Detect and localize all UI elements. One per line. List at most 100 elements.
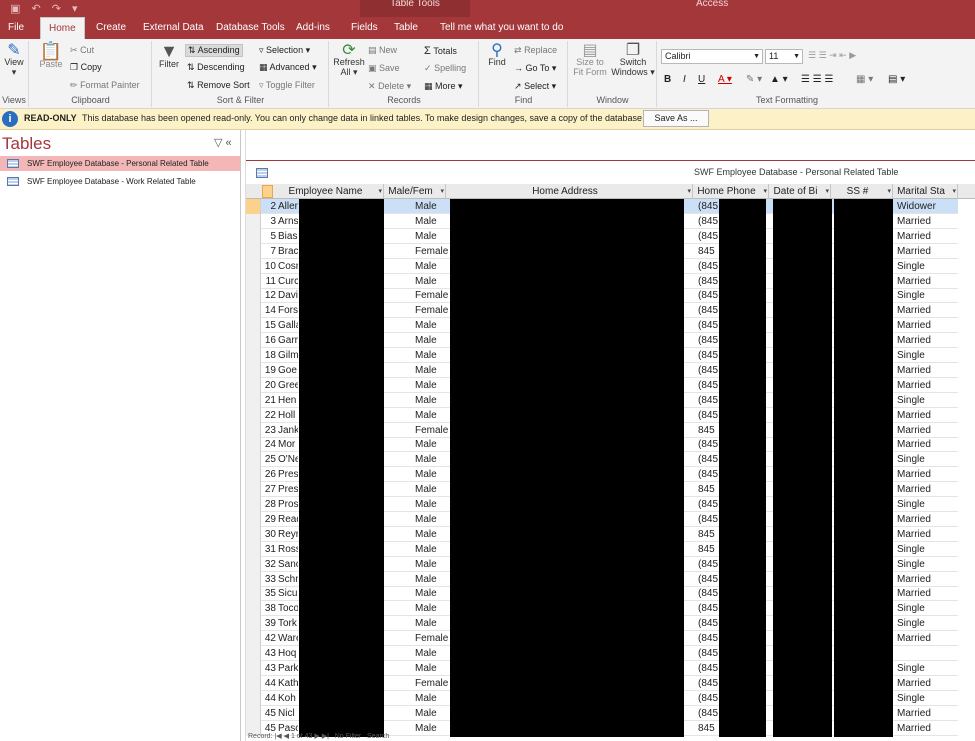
cell-employee-name[interactable]: Fors bbox=[278, 303, 298, 318]
size-to-fit-button[interactable]: ▤ Size to Fit Form bbox=[571, 43, 609, 78]
record-selector[interactable] bbox=[246, 273, 261, 289]
column-header[interactable]: Home Address ▾ bbox=[446, 184, 693, 199]
tab-table[interactable]: Table bbox=[386, 17, 426, 39]
cell-gender[interactable]: Male bbox=[415, 542, 437, 557]
cell-id[interactable]: 3 bbox=[262, 214, 276, 229]
cell-home-phone[interactable]: (845 bbox=[698, 601, 718, 616]
record-selector[interactable] bbox=[246, 318, 261, 334]
cell-home-phone[interactable]: (845 bbox=[698, 437, 718, 452]
descending-button[interactable]: ⇅ Descending bbox=[187, 62, 245, 73]
record-selector[interactable] bbox=[246, 705, 261, 721]
cell-marital-status[interactable]: Married bbox=[897, 333, 931, 348]
search-box[interactable]: Search bbox=[367, 733, 389, 740]
cell-marital-status[interactable]: Married bbox=[897, 408, 931, 423]
cell-employee-name[interactable]: Davi bbox=[278, 288, 298, 303]
cell-employee-name[interactable]: O'Ne bbox=[278, 452, 298, 467]
cell-home-phone[interactable]: (845 bbox=[698, 467, 718, 482]
cell-marital-status[interactable]: Widower bbox=[897, 199, 936, 214]
copy-button[interactable]: ❐ Copy bbox=[70, 62, 102, 73]
nav-item-table[interactable]: SWF Employee Database - Personal Related… bbox=[0, 156, 240, 171]
record-selector[interactable] bbox=[246, 556, 261, 572]
record-selector[interactable] bbox=[246, 348, 261, 363]
cell-gender[interactable]: Female bbox=[415, 288, 448, 303]
cell-gender[interactable]: Male bbox=[415, 333, 437, 348]
cell-marital-status[interactable]: Married bbox=[897, 631, 931, 646]
cell-home-phone[interactable]: (845 bbox=[698, 288, 718, 303]
cell-id[interactable]: 16 bbox=[262, 333, 276, 348]
cell-gender[interactable]: Male bbox=[415, 661, 437, 676]
record-selector[interactable] bbox=[246, 616, 261, 632]
prev-record-button[interactable]: ◀ bbox=[284, 733, 289, 740]
more-button[interactable]: ▦ More ▾ bbox=[424, 81, 463, 92]
cell-home-phone[interactable]: (845 bbox=[698, 393, 718, 408]
cell-id[interactable]: 15 bbox=[262, 318, 276, 333]
cell-marital-status[interactable]: Single bbox=[897, 557, 925, 572]
cell-employee-name[interactable]: Pres bbox=[278, 482, 298, 497]
cell-home-phone[interactable]: (845 bbox=[698, 452, 718, 467]
cell-gender[interactable]: Male bbox=[415, 691, 437, 706]
cell-home-phone[interactable]: (845 bbox=[698, 661, 718, 676]
column-header[interactable]: SS # ▾ bbox=[831, 184, 893, 199]
record-selector[interactable] bbox=[246, 258, 261, 274]
cell-employee-name[interactable]: Garr bbox=[278, 333, 298, 348]
record-selector[interactable] bbox=[246, 660, 261, 676]
background-color-button[interactable]: ▲ ▾ bbox=[770, 74, 788, 85]
cell-employee-name[interactable]: Mor bbox=[278, 437, 298, 452]
record-selector[interactable] bbox=[246, 571, 261, 587]
cell-id[interactable]: 25 bbox=[262, 452, 276, 467]
cell-id[interactable]: 44 bbox=[262, 691, 276, 706]
cell-home-phone[interactable]: (845 bbox=[698, 631, 718, 646]
cell-id[interactable]: 24 bbox=[262, 437, 276, 452]
format-painter-button[interactable]: ✏ Format Painter bbox=[70, 80, 140, 91]
cell-gender[interactable]: Female bbox=[415, 631, 448, 646]
record-selector[interactable] bbox=[246, 586, 261, 602]
cell-gender[interactable]: Male bbox=[415, 497, 437, 512]
record-selector[interactable] bbox=[246, 199, 261, 214]
cell-home-phone[interactable]: 845 bbox=[698, 244, 718, 259]
cell-gender[interactable]: Male bbox=[415, 348, 437, 363]
record-selector[interactable] bbox=[246, 288, 261, 304]
column-dropdown-icon[interactable]: ▾ bbox=[687, 184, 691, 199]
record-selector[interactable] bbox=[246, 392, 261, 408]
next-record-button[interactable]: ▶ bbox=[314, 733, 319, 740]
remove-sort-button[interactable]: ⇅ Remove Sort bbox=[187, 80, 250, 91]
cell-employee-name[interactable]: Holl bbox=[278, 408, 298, 423]
spelling-button[interactable]: ✓ Spelling bbox=[424, 63, 466, 74]
record-selector[interactable] bbox=[246, 407, 261, 423]
collapse-icon[interactable]: « bbox=[226, 137, 232, 149]
cell-home-phone[interactable]: (845 bbox=[698, 303, 718, 318]
italic-button[interactable]: I bbox=[683, 74, 686, 85]
cell-home-phone[interactable]: (845 bbox=[698, 557, 718, 572]
record-selector[interactable] bbox=[246, 228, 261, 244]
switch-windows-button[interactable]: ❐ Switch Windows ▾ bbox=[611, 43, 655, 78]
cell-gender[interactable]: Male bbox=[415, 378, 437, 393]
replace-button[interactable]: ⇄ Replace bbox=[514, 45, 557, 56]
filter-button[interactable]: ▼ Filter bbox=[155, 42, 183, 69]
cell-home-phone[interactable]: (845 bbox=[698, 646, 718, 661]
cell-gender[interactable]: Male bbox=[415, 214, 437, 229]
cell-marital-status[interactable]: Single bbox=[897, 616, 925, 631]
record-selector[interactable] bbox=[246, 422, 261, 438]
chevron-down-circle-icon[interactable]: ▽ bbox=[214, 137, 222, 149]
cell-employee-name[interactable]: Sanc bbox=[278, 557, 298, 572]
cell-id[interactable]: 44 bbox=[262, 676, 276, 691]
record-selector[interactable] bbox=[246, 303, 261, 319]
cell-marital-status[interactable]: Married bbox=[897, 229, 931, 244]
column-dropdown-icon[interactable]: ▾ bbox=[763, 184, 767, 199]
column-dropdown-icon[interactable]: ▾ bbox=[887, 184, 891, 199]
cell-gender[interactable]: Male bbox=[415, 557, 437, 572]
tab-file[interactable]: File bbox=[0, 17, 32, 39]
record-position[interactable]: 1 of 43 bbox=[291, 733, 312, 740]
record-selector[interactable] bbox=[246, 631, 261, 647]
cell-employee-name[interactable]: Hen bbox=[278, 393, 298, 408]
cell-employee-name[interactable]: Ross bbox=[278, 542, 298, 557]
record-selector[interactable] bbox=[246, 497, 261, 512]
cell-gender[interactable]: Male bbox=[415, 527, 437, 542]
font-name-box[interactable]: Calibri ▼ bbox=[661, 49, 763, 64]
cell-home-phone[interactable]: (845 bbox=[698, 333, 718, 348]
cell-id[interactable]: 28 bbox=[262, 497, 276, 512]
cell-id[interactable]: 30 bbox=[262, 527, 276, 542]
cell-id[interactable]: 23 bbox=[262, 423, 276, 438]
cell-gender[interactable]: Male bbox=[415, 601, 437, 616]
cell-id[interactable]: 26 bbox=[262, 467, 276, 482]
